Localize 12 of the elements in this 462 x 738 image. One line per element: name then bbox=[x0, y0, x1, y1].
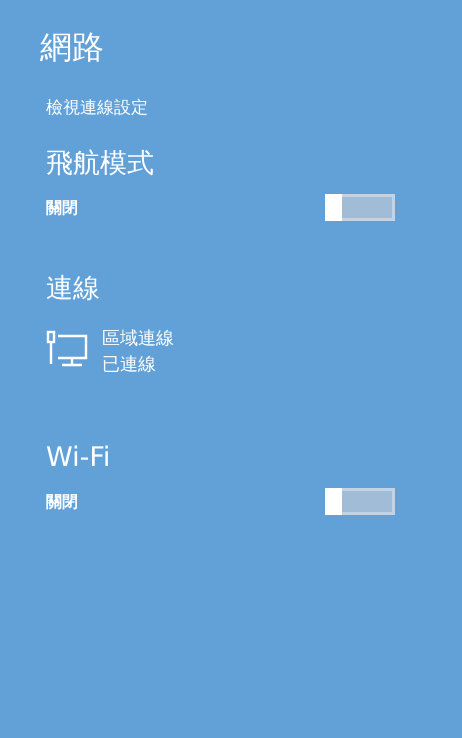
toggle-label: 關閉 bbox=[46, 196, 78, 219]
section-heading: Wi-Fi bbox=[46, 442, 110, 474]
wired-network-icon bbox=[46, 330, 88, 368]
toggle-switch[interactable] bbox=[325, 194, 395, 222]
settings-link[interactable]: 檢視連線設定 bbox=[46, 96, 148, 122]
toggle-switch[interactable] bbox=[325, 488, 395, 516]
connection-name[interactable]: 區域連線 bbox=[102, 326, 174, 352]
section-heading: 飛航模式 bbox=[46, 148, 154, 180]
panel-title: 網路 bbox=[40, 28, 104, 66]
section-heading: 連線 bbox=[46, 273, 100, 306]
connection-status: 已連線 bbox=[102, 352, 157, 377]
toggle-label: 關閉 bbox=[46, 490, 78, 513]
